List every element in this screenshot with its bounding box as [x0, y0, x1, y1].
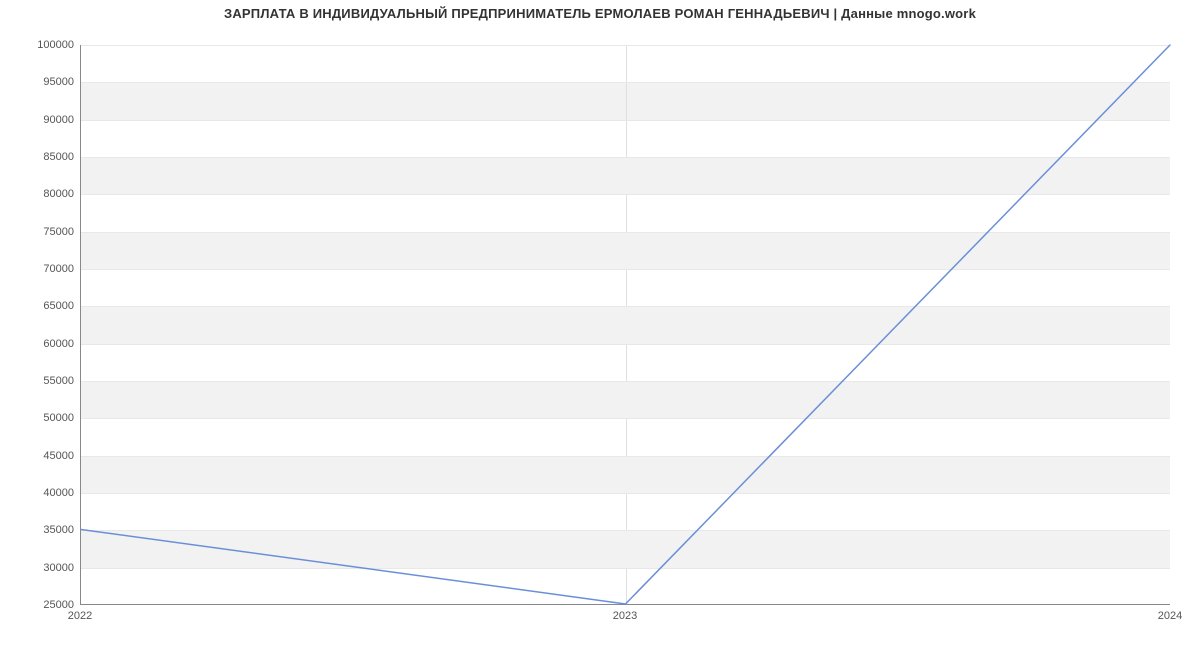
x-tick-label: 2022 [68, 610, 92, 622]
y-tick-label: 55000 [43, 375, 74, 387]
chart-title: ЗАРПЛАТА В ИНДИВИДУАЛЬНЫЙ ПРЕДПРИНИМАТЕЛ… [0, 6, 1200, 21]
y-tick-label: 85000 [43, 151, 74, 163]
y-tick-label: 90000 [43, 114, 74, 126]
y-tick-label: 40000 [43, 487, 74, 499]
y-tick-label: 60000 [43, 338, 74, 350]
y-tick-label: 70000 [43, 263, 74, 275]
y-tick-label: 50000 [43, 412, 74, 424]
y-tick-label: 95000 [43, 76, 74, 88]
y-tick-label: 30000 [43, 562, 74, 574]
y-tick-label: 80000 [43, 188, 74, 200]
x-tick-label: 2024 [1158, 610, 1182, 622]
salary-chart: ЗАРПЛАТА В ИНДИВИДУАЛЬНЫЙ ПРЕДПРИНИМАТЕЛ… [0, 0, 1200, 650]
plot-area [80, 45, 1170, 605]
y-tick-label: 75000 [43, 226, 74, 238]
y-tick-label: 45000 [43, 450, 74, 462]
line-series [81, 45, 1170, 604]
x-tick-label: 2023 [613, 610, 637, 622]
y-tick-label: 100000 [37, 39, 74, 51]
y-tick-label: 65000 [43, 300, 74, 312]
y-tick-label: 35000 [43, 524, 74, 536]
